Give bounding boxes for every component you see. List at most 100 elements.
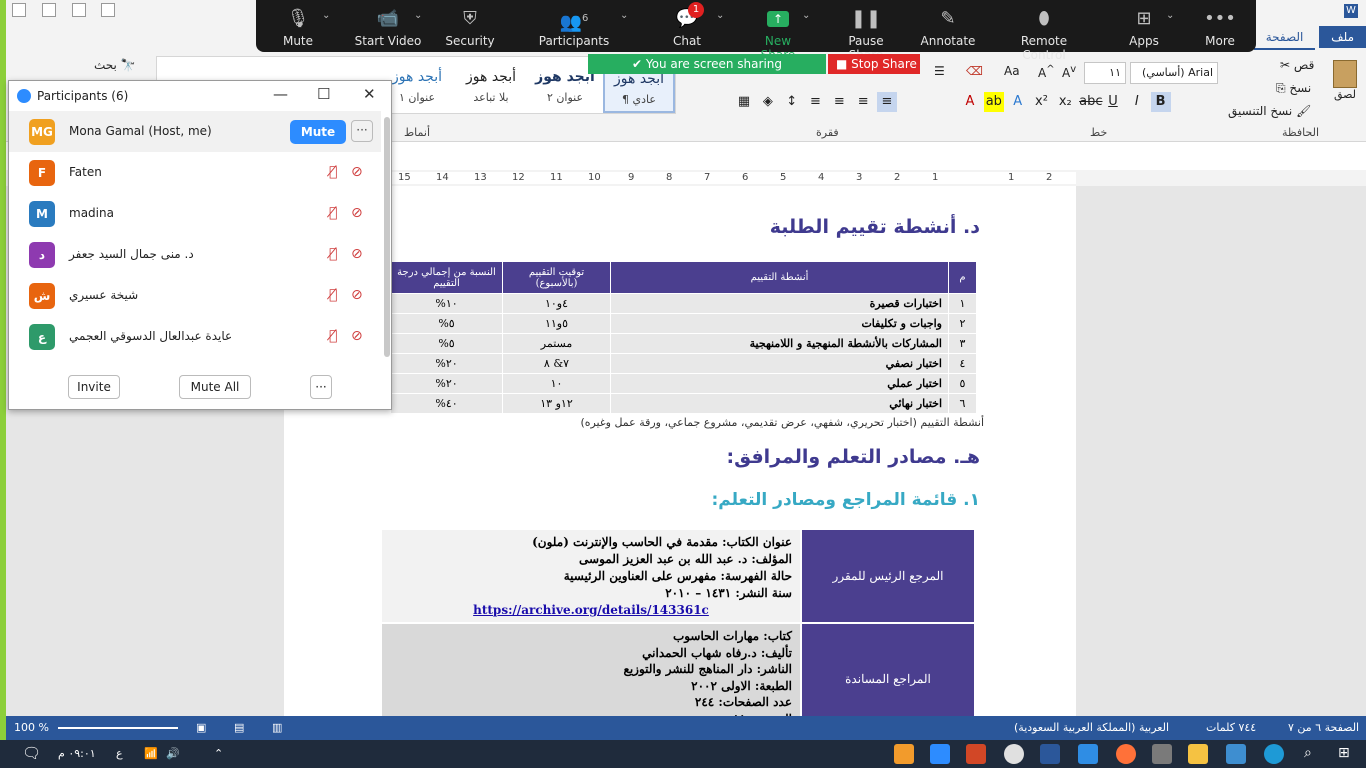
table-row: ٤ اختبار نصفي ٧& ٨ ٢٠% <box>390 353 977 374</box>
app-icon[interactable] <box>894 744 914 764</box>
language-status[interactable]: العربية (المملكة العربية السعودية) <box>1014 721 1169 734</box>
clear-format-icon[interactable]: ⌫ <box>966 64 983 78</box>
participants-more-button[interactable]: ··· <box>310 375 332 399</box>
participant-row[interactable]: MG Mona Gamal (Host, me) Mute ··· <box>9 111 381 152</box>
copy-button[interactable]: ⎘ نسخ <box>1276 81 1311 96</box>
firefox-icon[interactable] <box>1116 744 1136 764</box>
minimize-icon[interactable]: — <box>273 85 288 103</box>
shading-icon[interactable]: ◈ <box>758 92 778 112</box>
security-button[interactable]: ⛨ Security <box>440 0 500 52</box>
justify-icon[interactable]: ≡ <box>805 92 825 112</box>
highlight-button[interactable]: ab <box>983 92 1004 112</box>
maximize-icon[interactable]: ☐ <box>317 85 330 103</box>
mute-all-button[interactable]: Mute All <box>179 375 251 399</box>
document-page[interactable]: د. أنشطة تقييم الطلبة م أنشطة التقييم تو… <box>284 186 1076 734</box>
annotate-button[interactable]: ✎ Annotate <box>918 0 978 52</box>
edge-icon[interactable] <box>1264 744 1284 764</box>
bold-button[interactable]: B <box>1150 92 1171 112</box>
powerpoint-icon[interactable] <box>966 744 986 764</box>
zoom-level[interactable]: 100 % <box>14 721 49 734</box>
save-icon[interactable] <box>71 3 86 17</box>
apps-button[interactable]: ⊞ Apps <box>1124 0 1164 52</box>
window-icon[interactable] <box>101 3 116 17</box>
change-case-button[interactable]: Aa <box>1004 64 1020 78</box>
windows-start-icon[interactable]: ⊞ <box>1338 745 1350 761</box>
new-share-button[interactable]: ↑ New Share <box>746 0 810 62</box>
reference-link[interactable]: https://archive.org/details/143361c <box>390 602 792 619</box>
chevron-up-icon[interactable]: ⌃ <box>214 747 223 760</box>
tab-file[interactable]: ملف <box>1319 26 1366 48</box>
pause-share-button[interactable]: ❚❚ Pause Share <box>830 0 902 62</box>
print-layout-icon[interactable]: ▤ <box>234 721 244 734</box>
subscript-button[interactable]: x₂ <box>1055 92 1075 112</box>
participant-row[interactable]: F Faten 🎙̸ ⊘ <box>9 152 381 193</box>
cut-button[interactable]: ✂ قص <box>1280 58 1314 72</box>
read-mode-icon[interactable]: ▥ <box>272 721 282 734</box>
more-button[interactable]: ••• More <box>1200 0 1240 52</box>
chevron-down-icon[interactable]: ⌄ <box>414 10 422 21</box>
mute-button[interactable]: 🎙 Mute <box>268 0 328 52</box>
zoom-app-icon[interactable] <box>930 744 950 764</box>
close-icon[interactable]: ✕ <box>363 85 376 103</box>
network-icon[interactable]: 📶 <box>144 747 158 760</box>
app-icon[interactable] <box>1078 744 1098 764</box>
find-button[interactable]: بحث 🔭 <box>94 58 136 72</box>
folder-icon[interactable] <box>41 3 56 17</box>
start-video-button[interactable]: 📹 Start Video <box>352 0 424 52</box>
grow-font-button[interactable]: A^ <box>1038 64 1055 80</box>
focus-icon[interactable]: ▣ <box>196 721 206 734</box>
font-name-select[interactable]: Arial (أساسي) <box>1130 62 1218 84</box>
superscript-button[interactable]: x² <box>1031 92 1051 112</box>
font-size-select[interactable]: ١١ <box>1084 62 1126 84</box>
input-language[interactable]: ع <box>116 747 123 760</box>
participants-button[interactable]: 👥6 Participants <box>536 0 612 52</box>
notifications-icon[interactable]: 🗨 <box>22 744 42 764</box>
chevron-down-icon[interactable]: ⌄ <box>802 10 810 21</box>
cell-num: ٦ <box>948 393 977 414</box>
page-indicator[interactable]: الصفحة ٦ من ٧ <box>1288 721 1359 734</box>
line-spacing-icon[interactable]: ↕ <box>782 92 802 112</box>
style-no-spacing[interactable]: أبجد هوز بلا تباعد <box>455 57 527 113</box>
text-effects-button[interactable]: A <box>1008 92 1028 112</box>
participant-more-button[interactable]: ··· <box>351 120 373 142</box>
close-icon[interactable] <box>12 3 26 17</box>
font-color-button[interactable]: A <box>960 92 980 112</box>
italic-button[interactable]: I <box>1127 92 1147 112</box>
paste-button[interactable]: لصق <box>1330 60 1360 101</box>
horizontal-ruler[interactable]: 15 14 13 12 11 10 9 8 7 6 5 4 3 2 1 1 2 <box>386 172 1076 184</box>
borders-icon[interactable]: ▦ <box>734 92 754 112</box>
chrome-icon[interactable] <box>1004 744 1024 764</box>
shrink-font-button[interactable]: Av <box>1062 64 1076 80</box>
participants-scrollbar[interactable] <box>384 117 390 357</box>
app-icon[interactable] <box>1152 744 1172 764</box>
remote-control-button[interactable]: ⬮ Remote Control <box>998 0 1090 62</box>
strikethrough-button[interactable]: abc <box>1079 92 1102 112</box>
stop-share-button[interactable]: ■ Stop Share <box>828 54 920 74</box>
word-count[interactable]: ٧٤٤ كلمات <box>1206 721 1256 734</box>
participant-mute-button[interactable]: Mute <box>290 120 346 144</box>
chevron-down-icon[interactable]: ⌄ <box>1166 10 1174 21</box>
align-right-icon[interactable]: ≡ <box>876 92 897 112</box>
align-left-icon[interactable]: ≡ <box>829 92 849 112</box>
search-icon[interactable]: ⌕ <box>1304 745 1312 761</box>
chevron-down-icon[interactable]: ⌄ <box>322 10 330 21</box>
format-painter-button[interactable]: نسخ التنسيق 🖌 <box>1228 104 1311 118</box>
participant-row[interactable]: د د. منى جمال السيد جعفر 🎙̸ ⊘ <box>9 234 381 275</box>
participant-row[interactable]: ع عايدة عبدالعال الدسوقي العجمي 🎙̸ ⊘ <box>9 316 381 357</box>
clock[interactable]: ٠٩:٠١ م <box>58 747 96 760</box>
bullets-icon[interactable]: ☰ <box>934 64 945 78</box>
participant-row[interactable]: ش شيخة عسيري 🎙̸ ⊘ <box>9 275 381 316</box>
participant-row[interactable]: M madina 🎙̸ ⊘ <box>9 193 381 234</box>
chevron-down-icon[interactable]: ⌄ <box>620 10 628 21</box>
zoom-slider[interactable] <box>58 727 178 729</box>
word-icon[interactable] <box>1040 744 1060 764</box>
invite-button[interactable]: Invite <box>68 375 120 399</box>
file-explorer-icon[interactable] <box>1188 744 1208 764</box>
tab-home[interactable]: الصفحة <box>1253 26 1316 50</box>
volume-icon[interactable]: 🔊 <box>166 747 180 760</box>
chat-button[interactable]: 💬 Chat <box>660 0 714 52</box>
chevron-down-icon[interactable]: ⌄ <box>716 10 724 21</box>
underline-button[interactable]: U <box>1103 92 1123 112</box>
align-center-icon[interactable]: ≡ <box>853 92 873 112</box>
store-icon[interactable] <box>1226 744 1246 764</box>
